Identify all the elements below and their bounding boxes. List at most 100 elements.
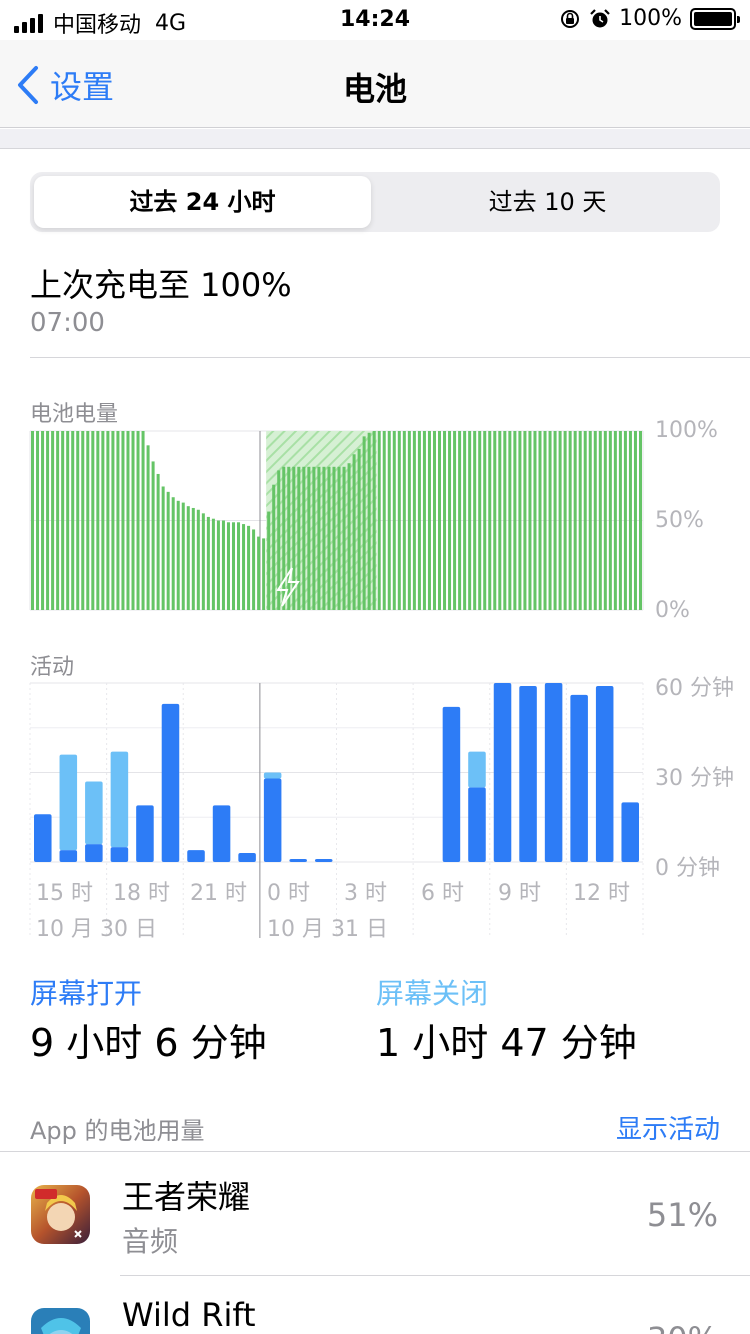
battery-bar bbox=[543, 431, 547, 610]
screen-off-bar bbox=[85, 781, 103, 845]
battery-bar bbox=[377, 431, 381, 610]
battery-bar bbox=[397, 431, 401, 610]
navigation-bar: 设置 电池 bbox=[0, 40, 750, 128]
battery-bar bbox=[332, 466, 336, 610]
x-label-3: 3 时 bbox=[344, 881, 387, 906]
battery-bar bbox=[548, 431, 552, 610]
battery-bar bbox=[36, 431, 40, 610]
screen-off-bar bbox=[468, 751, 486, 788]
battery-bar bbox=[347, 463, 351, 610]
battery-bar bbox=[56, 431, 60, 610]
app-usage-header: App 的电池用量 bbox=[30, 1117, 205, 1145]
screen-on-bar bbox=[263, 778, 282, 862]
honor-of-kings-icon bbox=[31, 1185, 90, 1244]
battery-bar bbox=[588, 431, 592, 610]
orientation-lock-icon bbox=[561, 9, 580, 28]
battery-bar bbox=[568, 431, 572, 610]
screen-on-bar bbox=[519, 685, 537, 862]
battery-bar bbox=[327, 466, 331, 610]
battery-bar bbox=[307, 466, 311, 610]
screen-on-bar bbox=[187, 850, 205, 862]
date-label-oct-30: 10 月 30 日 bbox=[36, 917, 157, 942]
screen-on-bar bbox=[136, 805, 154, 862]
battery-bar bbox=[41, 431, 45, 610]
screen-on-bar bbox=[110, 847, 129, 862]
wild-rift-icon bbox=[31, 1308, 90, 1334]
battery-bar bbox=[171, 497, 175, 610]
screen-on-value: 9 小时 6 分钟 bbox=[30, 1021, 267, 1065]
battery-bar bbox=[633, 431, 637, 610]
status-bar: 中国移动 4G 14:24 100% bbox=[0, 0, 750, 40]
battery-bar bbox=[392, 431, 396, 610]
battery-bar bbox=[146, 445, 150, 610]
screen-on-bar bbox=[59, 850, 78, 862]
battery-bar bbox=[342, 466, 346, 610]
battery-bar bbox=[61, 431, 65, 610]
battery-bar bbox=[111, 431, 115, 610]
battery-bar bbox=[638, 431, 642, 610]
battery-bar bbox=[211, 518, 215, 610]
battery-bar bbox=[116, 431, 120, 610]
battery-bar bbox=[242, 524, 246, 610]
battery-bar bbox=[71, 431, 75, 610]
screen-off-bar bbox=[263, 772, 282, 779]
screen-off-bar bbox=[59, 754, 78, 851]
app-row-wild-rift[interactable]: Wild Rift 30% bbox=[0, 1276, 750, 1334]
battery-bar bbox=[513, 431, 517, 610]
battery-bar bbox=[613, 431, 617, 610]
screen-on-bar bbox=[314, 859, 333, 862]
screen-on-bar bbox=[442, 706, 461, 862]
battery-bar bbox=[553, 431, 557, 610]
battery-bar bbox=[412, 431, 416, 610]
battery-bar bbox=[76, 431, 80, 610]
battery-bar bbox=[483, 431, 487, 610]
battery-bar bbox=[216, 520, 220, 610]
battery-tick-50: 50% bbox=[655, 508, 704, 533]
battery-bar bbox=[583, 431, 587, 610]
battery-bar bbox=[417, 431, 421, 610]
battery-bar bbox=[493, 431, 497, 610]
activity-tick-0: 0 分钟 bbox=[655, 856, 720, 881]
battery-bar bbox=[136, 431, 140, 610]
screen-off-bar bbox=[110, 751, 129, 848]
activity-tick-30: 30 分钟 bbox=[655, 766, 734, 791]
battery-bar bbox=[427, 431, 431, 610]
app-detail: 音频 bbox=[122, 1225, 179, 1258]
battery-bar bbox=[558, 431, 562, 610]
battery-bar bbox=[257, 536, 261, 610]
battery-bar bbox=[96, 431, 100, 610]
battery-bar bbox=[473, 431, 477, 610]
screen-on-bar bbox=[570, 694, 588, 862]
battery-bar bbox=[206, 516, 210, 610]
battery-percent: 100% bbox=[619, 6, 682, 31]
battery-bar bbox=[337, 466, 341, 610]
battery-bar bbox=[453, 431, 457, 610]
section-gap bbox=[0, 129, 750, 149]
battery-bar bbox=[81, 431, 85, 610]
battery-bar bbox=[151, 461, 155, 610]
battery-bar bbox=[628, 431, 632, 610]
segment-10-days[interactable]: 过去 10 天 bbox=[379, 176, 716, 228]
show-activity-button[interactable]: 显示活动 bbox=[616, 1109, 720, 1146]
screen-on-bar bbox=[238, 853, 256, 862]
battery-bar bbox=[608, 431, 612, 610]
battery-bar bbox=[468, 431, 472, 610]
battery-bar bbox=[186, 506, 190, 610]
battery-bar bbox=[362, 436, 366, 610]
x-label-6: 6 时 bbox=[421, 881, 464, 906]
battery-bar bbox=[231, 522, 236, 610]
battery-bar bbox=[372, 431, 376, 610]
screen-on-bar bbox=[595, 685, 614, 862]
battery-bar bbox=[523, 431, 527, 610]
app-name: Wild Rift bbox=[122, 1296, 256, 1334]
app-row-honor-of-kings[interactable]: 王者荣耀 音频 51% bbox=[0, 1152, 750, 1276]
battery-bar bbox=[272, 484, 276, 610]
activity-tick-60: 60 分钟 bbox=[655, 676, 734, 701]
battery-bar bbox=[382, 431, 386, 610]
x-label-12: 12 时 bbox=[573, 881, 630, 906]
battery-bar bbox=[91, 431, 95, 610]
battery-bar bbox=[623, 431, 627, 610]
x-label-15: 15 时 bbox=[36, 881, 93, 906]
app-percent: 30% bbox=[647, 1320, 718, 1334]
segment-24-hours[interactable]: 过去 24 小时 bbox=[34, 176, 371, 228]
